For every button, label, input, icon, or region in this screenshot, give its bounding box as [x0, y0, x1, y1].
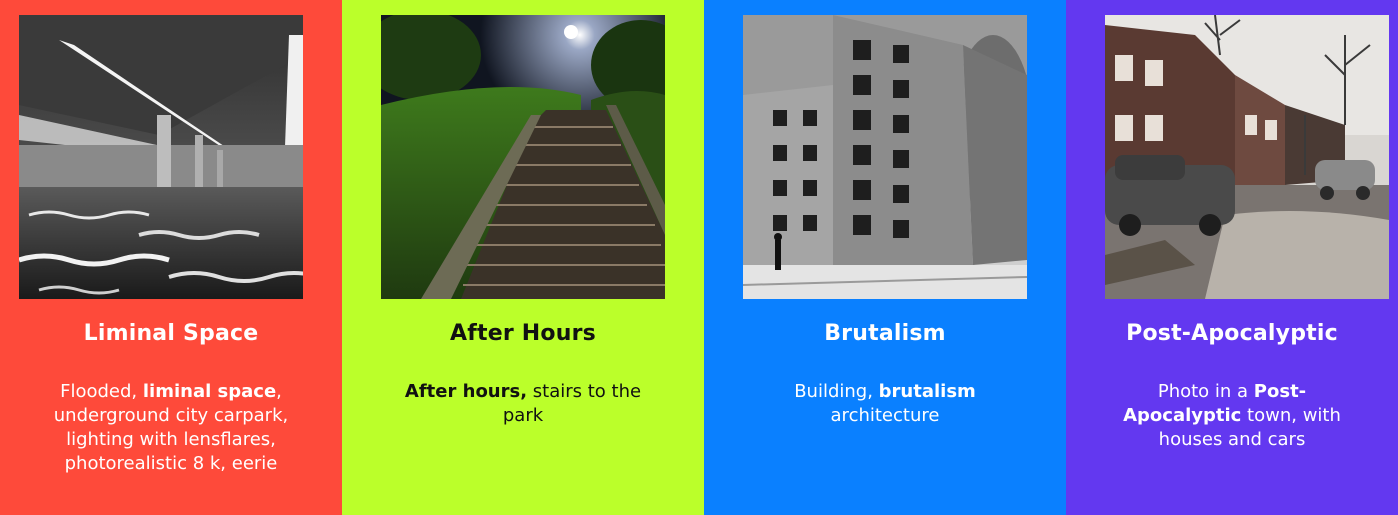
card-title: Liminal Space	[83, 321, 259, 346]
card-title: After Hours	[450, 321, 596, 346]
card-brutalism[interactable]: Brutalism Building, brutalism architectu…	[704, 0, 1066, 515]
card-post-apocalyptic[interactable]: Post-Apocalyptic Photo in a Post-Apocaly…	[1066, 0, 1398, 515]
desc-keyword: brutalism	[878, 381, 976, 402]
card-description: Photo in a Post-Apocalyptic town, with h…	[1066, 380, 1398, 452]
card-description: Flooded, liminal space, underground city…	[0, 380, 342, 476]
after-hours-image	[381, 15, 665, 299]
desc-keyword: After hours,	[404, 381, 528, 402]
abandoned-town-illustration	[1105, 15, 1389, 299]
brutalism-image	[743, 15, 1027, 299]
desc-text: Building,	[794, 381, 879, 402]
night-stairs-illustration	[381, 15, 665, 299]
brutalist-building-illustration	[743, 15, 1027, 299]
desc-keyword: liminal space	[142, 381, 277, 402]
desc-text: Photo in a	[1157, 381, 1254, 402]
desc-text: architecture	[830, 405, 940, 426]
post-apocalyptic-image	[1105, 15, 1389, 299]
card-liminal-space[interactable]: Liminal Space Flooded, liminal space, un…	[0, 0, 342, 515]
card-title: Post-Apocalyptic	[1126, 321, 1338, 346]
desc-text: Flooded,	[60, 381, 143, 402]
card-title: Brutalism	[824, 321, 946, 346]
card-description: Building, brutalism architecture	[704, 380, 1066, 428]
card-description: After hours, stairs to the park	[342, 380, 704, 428]
flooded-carpark-illustration	[19, 15, 303, 299]
style-cards-row: Liminal Space Flooded, liminal space, un…	[0, 0, 1398, 515]
card-after-hours[interactable]: After Hours After hours, stairs to the p…	[342, 0, 704, 515]
liminal-space-image	[19, 15, 303, 299]
